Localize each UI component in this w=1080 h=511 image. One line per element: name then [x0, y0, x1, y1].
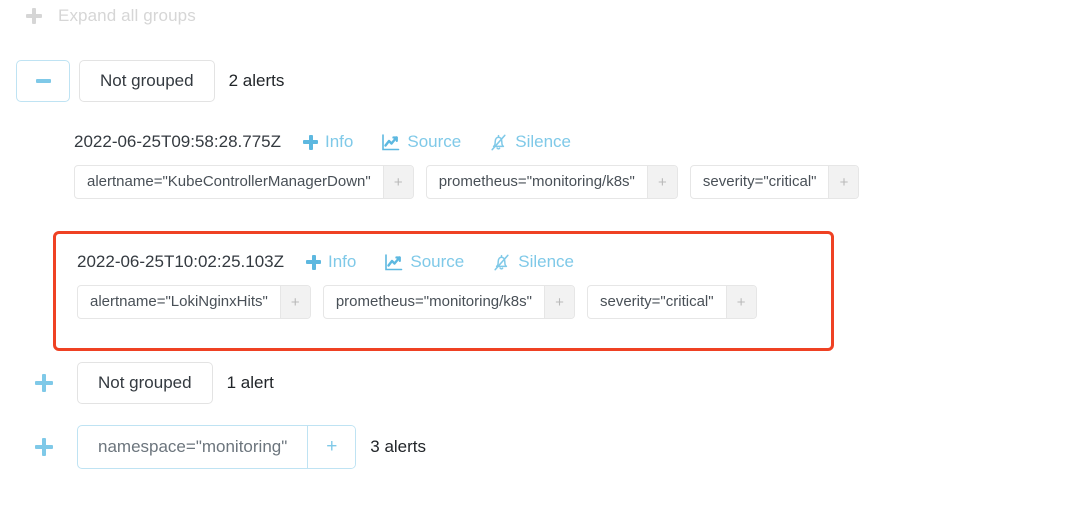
label-chip-text: prometheus="monitoring/k8s": [438, 173, 635, 190]
label-chip: prometheus="monitoring/k8s" +: [425, 165, 678, 199]
alert-source-label: Source: [410, 252, 465, 271]
alert-row-highlighted: 2022-06-25T10:02:25.103Z Info Source Sil…: [53, 231, 834, 351]
group-expand-button-2[interactable]: [35, 437, 53, 456]
minus-icon: [35, 79, 51, 83]
label-chip: prometheus="monitoring/k8s" +: [322, 285, 575, 319]
alert-header: 2022-06-25T10:02:25.103Z Info Source Sil…: [77, 252, 831, 272]
alert-info-link[interactable]: Info: [306, 252, 356, 272]
chart-line-icon: [385, 253, 403, 270]
label-chip: severity="critical" +: [586, 285, 757, 319]
alert-source-label: Source: [407, 132, 462, 151]
alert-info-label: Info: [325, 132, 354, 151]
alert-labels: alertname="KubeControllerManagerDown" + …: [74, 165, 860, 199]
group-alert-count-1: 1 alert: [226, 372, 274, 392]
alert-header: 2022-06-25T09:58:28.775Z Info Source Sil…: [74, 132, 859, 152]
label-chip-text: severity="critical": [702, 173, 817, 190]
group-label-chip-2: namespace="monitoring" +: [77, 425, 357, 469]
alert-info-label: Info: [328, 252, 357, 271]
group-name-button-1[interactable]: Not grouped: [77, 362, 213, 404]
label-filter-add-button[interactable]: +: [828, 166, 859, 198]
label-chip-text: prometheus="monitoring/k8s": [335, 293, 532, 310]
chart-line-icon: [382, 133, 400, 150]
bell-slash-icon: [491, 134, 506, 150]
label-filter-add-button[interactable]: +: [279, 286, 310, 318]
plus-icon: [306, 254, 321, 270]
alerts-page: Expand all groups Not grouped 2 alerts 2…: [0, 0, 1080, 511]
alert-silence-label: Silence: [518, 252, 574, 271]
alert-timestamp: 2022-06-25T10:02:25.103Z: [77, 252, 284, 271]
group-header-0: Not grouped 2 alerts: [16, 60, 284, 102]
alert-silence-link[interactable]: Silence: [489, 132, 571, 152]
group-header-2: namespace="monitoring" + 3 alerts: [26, 425, 426, 469]
group-alert-count-0: 2 alerts: [228, 71, 285, 90]
alert-info-link[interactable]: Info: [303, 132, 353, 152]
group-label-chip-text: namespace="monitoring": [98, 437, 288, 456]
label-filter-add-button[interactable]: +: [646, 166, 677, 198]
label-filter-add-button[interactable]: +: [382, 166, 413, 198]
group-alert-count-2: 3 alerts: [370, 436, 427, 456]
alert-silence-link[interactable]: Silence: [492, 252, 574, 272]
label-chip-text: alertname="LokiNginxHits": [90, 293, 268, 310]
label-filter-add-button[interactable]: +: [543, 286, 574, 318]
label-chip-text: severity="critical": [599, 293, 714, 310]
group-header-1: Not grouped 1 alert: [26, 362, 274, 404]
alert-silence-label: Silence: [515, 132, 571, 151]
label-chip: alertname="LokiNginxHits" +: [77, 285, 311, 319]
label-chip-text: alertname="KubeControllerManagerDown": [87, 173, 371, 190]
plus-icon: [303, 134, 318, 150]
label-chip: alertname="KubeControllerManagerDown" +: [74, 165, 414, 199]
group-name-button-0[interactable]: Not grouped: [79, 60, 215, 102]
label-filter-add-button[interactable]: +: [725, 286, 756, 318]
plus-icon: [26, 8, 42, 24]
alert-labels: alertname="LokiNginxHits" + prometheus="…: [77, 285, 831, 319]
alert-source-link[interactable]: Source: [381, 132, 461, 152]
alert-source-link[interactable]: Source: [384, 252, 464, 272]
expand-all-groups-button[interactable]: Expand all groups: [26, 6, 196, 26]
group-collapse-button-0[interactable]: [16, 60, 70, 102]
label-chip: severity="critical" +: [689, 165, 860, 199]
alert-timestamp: 2022-06-25T09:58:28.775Z: [74, 132, 281, 151]
group-expand-button-1[interactable]: [35, 373, 53, 392]
alert-row: 2022-06-25T09:58:28.775Z Info Source Sil…: [74, 132, 860, 199]
group-label-filter-add-button[interactable]: +: [307, 426, 356, 468]
bell-slash-icon: [494, 254, 509, 270]
expand-all-groups-label: Expand all groups: [58, 6, 196, 25]
